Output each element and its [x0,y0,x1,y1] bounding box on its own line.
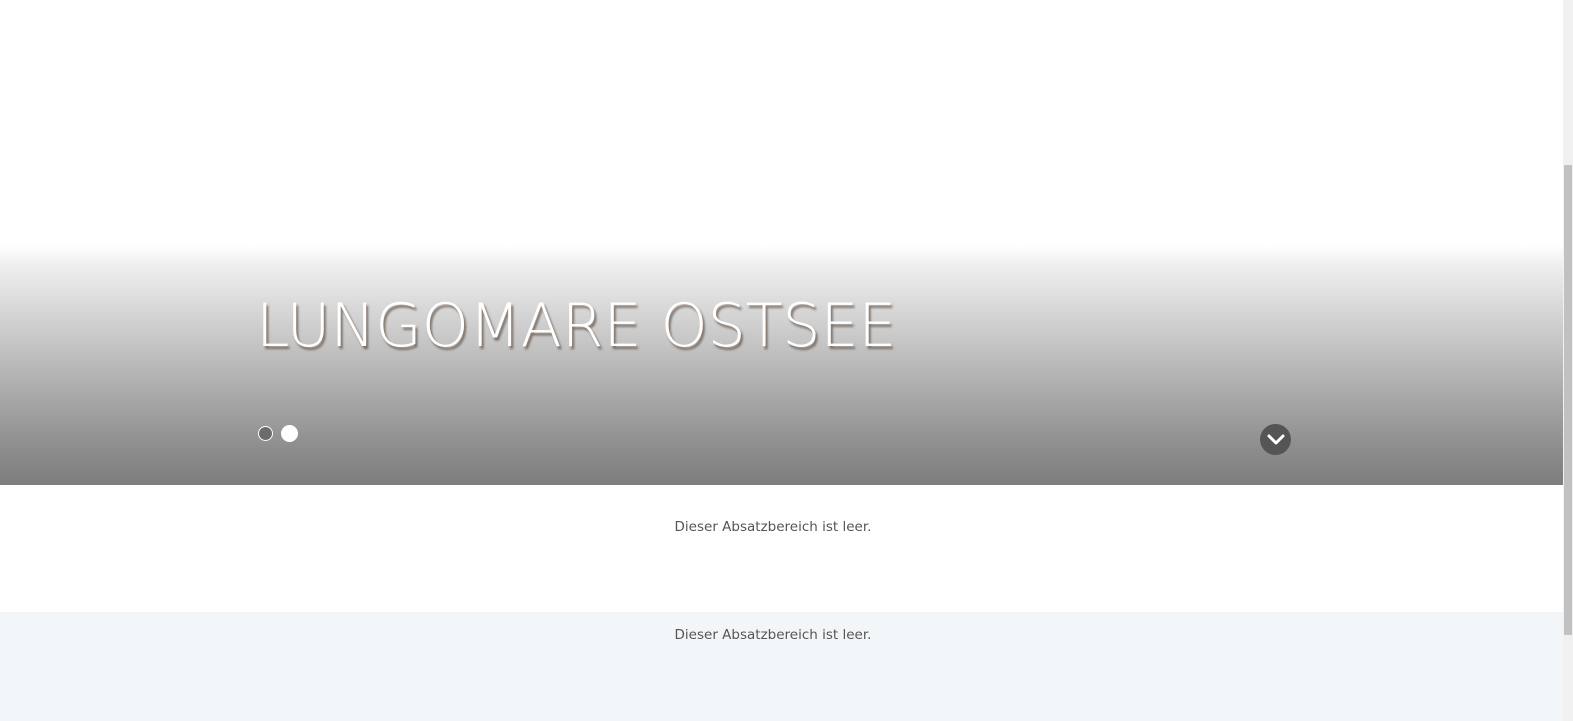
scroll-down-button[interactable] [1260,424,1291,455]
page: LUNGOMARE OSTSEE Dieser Absatzbereich is… [0,0,1563,721]
empty-paragraph-note: Dieser Absatzbereich ist leer. [674,627,872,643]
content-section-2: Dieser Absatzbereich ist leer. [0,612,1563,721]
hero-slider: LUNGOMARE OSTSEE [0,0,1563,485]
hero-title: LUNGOMARE OSTSEE [256,291,897,361]
chevron-down-icon [1267,434,1284,444]
content-section-1: Dieser Absatzbereich ist leer. [0,485,1563,612]
slider-pagination [258,425,298,442]
scrollbar-thumb[interactable] [1564,165,1572,635]
slider-dot-1[interactable] [258,426,273,441]
slider-dot-2[interactable] [281,425,298,442]
vertical-scrollbar[interactable] [1563,0,1573,721]
empty-paragraph-note: Dieser Absatzbereich ist leer. [674,519,872,535]
